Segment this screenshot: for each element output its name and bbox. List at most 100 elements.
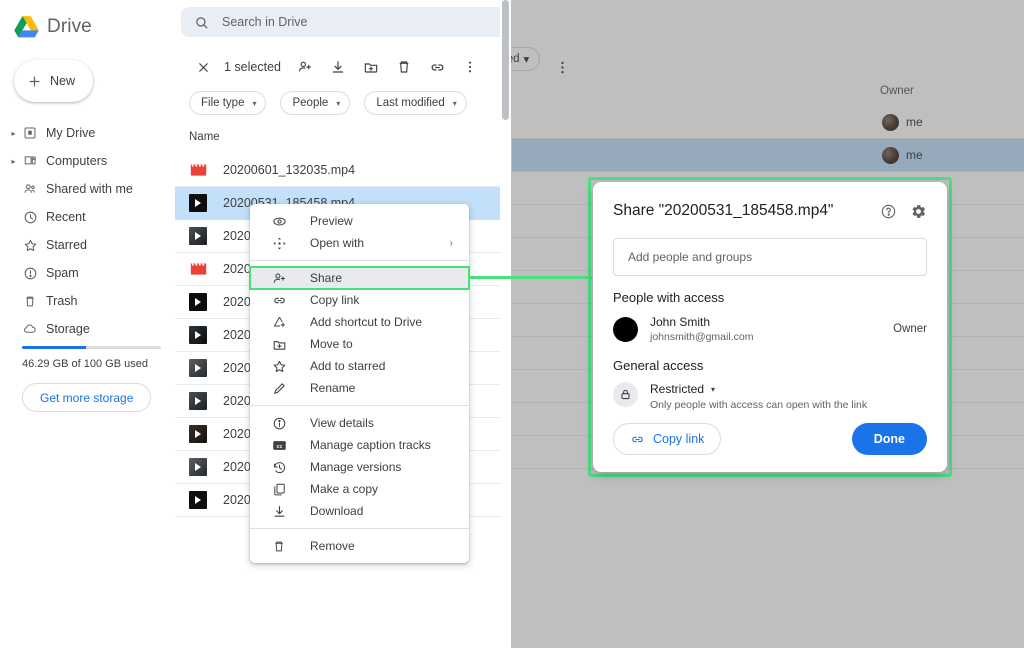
menu-item-manage-versions[interactable]: Manage versions bbox=[250, 456, 469, 478]
scrollbar-thumb[interactable] bbox=[502, 0, 509, 120]
background-table-row[interactable]: me bbox=[512, 139, 1024, 172]
download-icon bbox=[268, 504, 290, 519]
star-icon bbox=[19, 238, 41, 253]
menu-item-label: Manage caption tracks bbox=[310, 438, 431, 452]
sidebar-item-computers[interactable]: ▸ Computers bbox=[0, 150, 175, 172]
menu-item-label: Manage versions bbox=[310, 460, 401, 474]
sidebar-item-storage[interactable]: Storage bbox=[0, 318, 175, 340]
menu-item-download[interactable]: Download bbox=[250, 500, 469, 522]
info-icon bbox=[268, 416, 290, 431]
search-input[interactable]: Search in Drive bbox=[181, 7, 511, 37]
trash-icon bbox=[19, 294, 41, 309]
sidebar-item-shared-with-me[interactable]: Shared with me bbox=[0, 178, 175, 200]
gear-icon[interactable] bbox=[910, 203, 927, 220]
link-icon[interactable] bbox=[421, 52, 454, 82]
sidebar-item-spam[interactable]: Spam bbox=[0, 262, 175, 284]
new-button[interactable]: New bbox=[14, 60, 93, 102]
menu-item-add-to-starred[interactable]: Add to starred bbox=[250, 355, 469, 377]
chip-label: People bbox=[292, 97, 328, 109]
sidebar-item-label: Starred bbox=[46, 238, 87, 252]
video-g3-icon bbox=[189, 359, 207, 377]
get-more-storage-button[interactable]: Get more storage bbox=[22, 383, 151, 412]
highlight-connector-line bbox=[468, 276, 592, 279]
sidebar: Drive New ▸ My Drive ▸ Computers bbox=[0, 0, 175, 648]
person-add-icon bbox=[268, 271, 290, 286]
cloud-icon bbox=[19, 322, 41, 336]
menu-item-remove[interactable]: Remove bbox=[250, 535, 469, 557]
link-icon bbox=[268, 293, 290, 308]
menu-item-move-to[interactable]: Move to bbox=[250, 333, 469, 355]
general-access-info: Restricted ▾ Only people with access can… bbox=[650, 382, 927, 411]
menu-item-label: Open with bbox=[310, 236, 364, 250]
menu-item-view-details[interactable]: View details bbox=[250, 412, 469, 434]
hard-drive-icon bbox=[19, 126, 41, 140]
chevron-right-icon[interactable]: ▸ bbox=[8, 129, 19, 138]
trash-icon[interactable] bbox=[388, 52, 421, 82]
more-vert-icon[interactable] bbox=[554, 59, 571, 76]
menu-item-preview[interactable]: Preview bbox=[250, 210, 469, 232]
sidebar-item-label: Recent bbox=[46, 210, 86, 224]
menu-item-add-shortcut-to-drive[interactable]: Add shortcut to Drive bbox=[250, 311, 469, 333]
filter-chip-file-type[interactable]: File type ▾ bbox=[189, 91, 266, 115]
person-info: John Smith johnsmith@gmail.com bbox=[650, 314, 893, 344]
share-person-add-icon[interactable] bbox=[289, 52, 322, 82]
copy-icon bbox=[268, 482, 290, 497]
main-scrollbar[interactable] bbox=[500, 0, 511, 648]
column-header-name: Name bbox=[189, 131, 220, 143]
general-access-value: Restricted bbox=[650, 382, 704, 396]
video-dark-icon bbox=[189, 293, 207, 311]
menu-item-manage-caption-tracks[interactable]: ccManage caption tracks bbox=[250, 434, 469, 456]
file-name: 2020 bbox=[223, 295, 251, 309]
background-column-header-owner: Owner bbox=[880, 85, 914, 97]
app-brand: Drive bbox=[0, 0, 175, 42]
film-red-icon bbox=[189, 161, 207, 179]
close-icon[interactable] bbox=[187, 52, 220, 82]
sidebar-item-starred[interactable]: Starred bbox=[0, 234, 175, 256]
copy-link-button[interactable]: Copy link bbox=[613, 423, 721, 455]
file-name: 2020 bbox=[223, 493, 251, 507]
filter-chip-people[interactable]: People ▾ bbox=[280, 91, 350, 115]
more-vert-icon[interactable] bbox=[454, 52, 487, 82]
sidebar-item-trash[interactable]: Trash bbox=[0, 290, 175, 312]
filter-chip-last-modified[interactable]: Last modified ▾ bbox=[364, 91, 466, 115]
owner-name: me bbox=[906, 115, 923, 129]
video-dark-icon bbox=[189, 491, 207, 509]
help-circle-icon[interactable] bbox=[880, 203, 897, 220]
filter-chips: File type ▾ People ▾ Last modified ▾ bbox=[175, 91, 511, 115]
chevron-right-icon[interactable]: ▸ bbox=[8, 157, 19, 166]
menu-item-label: Copy link bbox=[310, 293, 359, 307]
download-icon[interactable] bbox=[322, 52, 355, 82]
share-dialog: Share "20200531_185458.mp4" Add people a… bbox=[593, 182, 947, 472]
app-title: Drive bbox=[47, 16, 92, 38]
done-button[interactable]: Done bbox=[852, 423, 927, 455]
table-row[interactable]: 20200601_132035.mp4 bbox=[175, 154, 511, 187]
menu-item-make-a-copy[interactable]: Make a copy bbox=[250, 478, 469, 500]
exclamation-circle-icon bbox=[19, 266, 41, 281]
menu-item-copy-link[interactable]: Copy link bbox=[250, 289, 469, 311]
plus-icon bbox=[27, 74, 42, 89]
video-dark-icon bbox=[189, 194, 207, 212]
menu-item-rename[interactable]: Rename bbox=[250, 377, 469, 399]
person-name: John Smith bbox=[650, 314, 893, 330]
trash-icon bbox=[268, 539, 290, 554]
sidebar-item-label: Trash bbox=[46, 294, 78, 308]
menu-item-label: Add to starred bbox=[310, 359, 385, 373]
menu-item-label: Share bbox=[310, 271, 342, 285]
add-people-input[interactable]: Add people and groups bbox=[613, 238, 927, 276]
person-role: Owner bbox=[893, 323, 927, 335]
move-to-folder-icon[interactable] bbox=[355, 52, 388, 82]
sidebar-item-recent[interactable]: Recent bbox=[0, 206, 175, 228]
chevron-right-icon: › bbox=[450, 238, 453, 249]
people-icon bbox=[19, 182, 41, 196]
general-access-selector[interactable]: Restricted ▾ bbox=[650, 382, 927, 396]
open-with-icon bbox=[268, 236, 290, 251]
chevron-down-icon: ▾ bbox=[336, 99, 340, 108]
sidebar-item-my-drive[interactable]: ▸ My Drive bbox=[0, 122, 175, 144]
move-to-folder-icon bbox=[268, 337, 290, 352]
file-name: 2020 bbox=[223, 460, 251, 474]
search-icon bbox=[194, 15, 209, 30]
storage-progress-fill bbox=[22, 346, 86, 349]
background-table-row[interactable]: me bbox=[512, 106, 1024, 139]
menu-item-open-with[interactable]: Open with › bbox=[250, 232, 469, 254]
menu-item-share[interactable]: Share bbox=[250, 267, 469, 289]
